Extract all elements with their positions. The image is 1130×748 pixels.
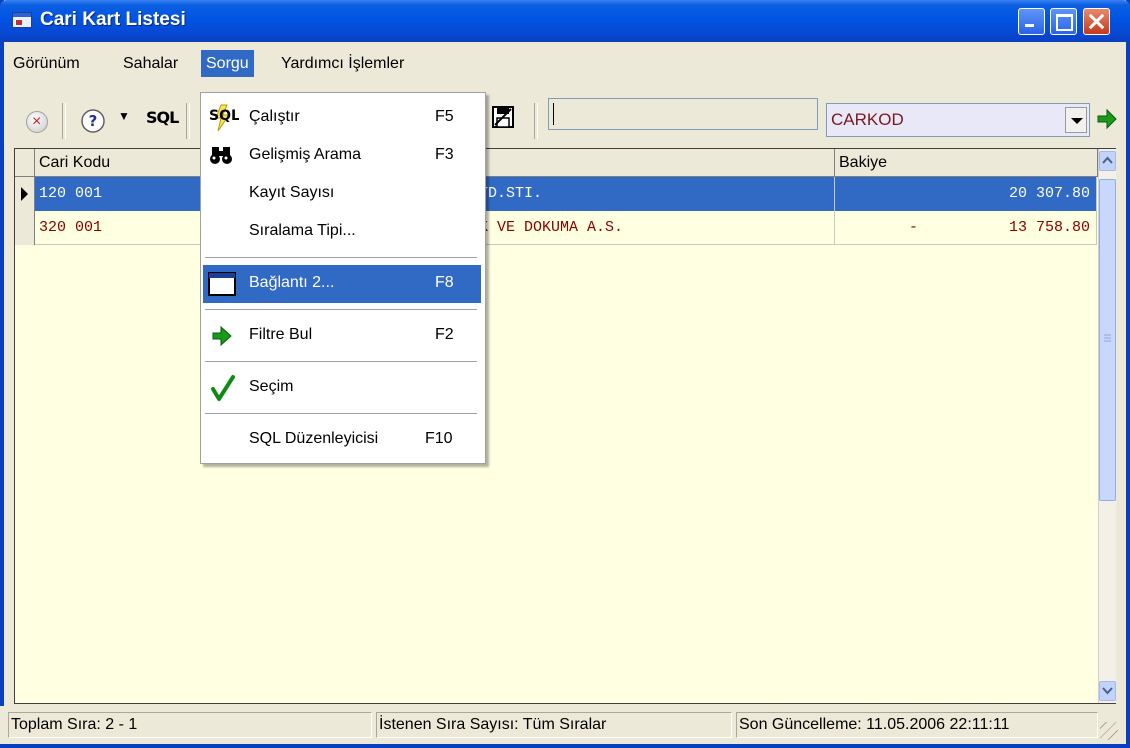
menu-separator [205,309,477,311]
shortcut-label: F8 [435,274,454,291]
menu-item-kayit-sayisi[interactable]: Kayıt Sayısı [203,175,481,213]
app-icon [12,12,32,28]
status-total-rows: Toplam Sıra: 2 - 1 [8,712,372,738]
close-button[interactable] [1083,8,1110,35]
shortcut-label: F3 [435,146,454,163]
sql-icon: SQL [207,103,240,133]
menu-item-baglanti-2[interactable]: Bağlantı 2... F8 [203,265,481,303]
cell-cari-adi: K VE DOKUMA A.S. [479,219,624,236]
cancel-icon[interactable] [26,111,48,133]
menu-item-sql-duzenleyicisi[interactable]: SQL Düzenleyicisi F10 [203,421,481,459]
window-icon [207,269,239,299]
field-select[interactable]: CARKOD [826,103,1090,137]
vertical-scrollbar[interactable] [1098,149,1116,703]
column-header-bakiye[interactable]: Bakiye [835,149,1098,177]
menu-gorunum[interactable]: Görünüm [8,50,85,77]
shortcut-label: F10 [425,430,453,447]
cell-bakiye[interactable]: 20 307.80 [835,177,1097,211]
menu-item-label: Bağlantı 2... [249,274,335,291]
cell-amount: 13 758.80 [1008,219,1090,236]
chevron-down-icon [1102,687,1113,695]
menu-separator [205,413,477,415]
table-row[interactable]: 320 001 K VE DOKUMA A.S. - 13 758.80 [15,211,1097,245]
menu-item-label: Gelişmiş Arama [249,146,362,163]
scroll-thumb[interactable] [1099,179,1116,501]
sorgu-dropdown-menu: SQL Çalıştır F5 Gelişmiş Arama F3 Kayıt … [200,92,486,464]
window-title: Cari Kart Listesi [40,9,186,30]
toolbar-separator [62,103,66,139]
resize-grip-icon[interactable] [1100,722,1118,740]
search-input[interactable] [548,98,818,130]
menu-item-label: Çalıştır [249,108,300,125]
shortcut-label: F5 [435,108,454,125]
grid-corner [15,149,35,177]
grip-icon [1104,334,1111,342]
menu-sorgu[interactable]: Sorgu [201,50,254,77]
menu-separator [205,361,477,363]
status-bar: Toplam Sıra: 2 - 1 İstenen Sıra Sayısı: … [0,706,1122,744]
chevron-down-icon[interactable]: ▼ [118,109,130,123]
svg-text:?: ? [89,112,98,130]
scroll-down-button[interactable] [1099,681,1116,701]
checkmark-icon [207,373,239,403]
current-row-icon [21,187,28,201]
menu-item-label: Sıralama Tipi... [249,222,356,239]
cell-cari-kodu: 320 001 [39,219,103,236]
arrow-right-icon[interactable] [1096,108,1118,130]
cell-sign: - [909,219,919,236]
title-bar[interactable]: Cari Kart Listesi [0,0,1130,42]
minimize-button[interactable] [1018,8,1045,35]
row-indicator [15,177,35,211]
menu-sahalar[interactable]: Sahalar [118,50,183,77]
chevron-up-icon [1102,156,1113,164]
status-last-updated: Son Güncelleme: 11.05.2006 22:11:11 [736,712,1098,738]
menu-item-label: Seçim [249,378,294,395]
menu-item-label: Filtre Bul [249,326,313,343]
menu-item-calistir[interactable]: SQL Çalıştır F5 [203,99,481,137]
help-icon[interactable]: ? [80,108,106,134]
menu-item-siralama-tipi[interactable]: Sıralama Tipi... [203,213,481,251]
arrow-right-icon [207,321,239,351]
shortcut-label: F2 [435,326,454,343]
menu-separator [205,257,477,259]
menu-item-gelismis-arama[interactable]: Gelişmiş Arama F3 [203,137,481,175]
svg-text:SQL: SQL [209,108,239,124]
cell-cari-kodu: 120 001 [39,185,103,202]
maximize-button[interactable] [1050,8,1077,35]
toolbar-separator [186,103,190,139]
save-icon[interactable] [490,104,516,130]
menu-item-label: SQL Düzenleyicisi [249,430,379,447]
menu-yardimci-islemler[interactable]: Yardımcı İşlemler [276,50,409,77]
chevron-down-icon[interactable] [1065,107,1087,133]
row-indicator [15,211,35,245]
menu-item-secim[interactable]: Seçim [203,369,481,407]
menu-item-label: Kayıt Sayısı [249,184,335,201]
menu-item-filtre-bul[interactable]: Filtre Bul F2 [203,317,481,355]
menu-bar: Görünüm Sahalar Sorgu Yardımcı İşlemler [0,42,1122,92]
status-requested-rows: İstenen Sıra Sayısı: Tüm Sıralar [376,712,732,738]
binoculars-icon [207,141,239,171]
table-row[interactable]: 120 001 TD.STI. 20 307.80 [15,177,1097,211]
data-grid: Cari Kodu Bakiye 120 001 TD.STI. 20 307.… [14,148,1116,704]
cell-bakiye[interactable]: - 13 758.80 [835,211,1097,245]
field-select-value: CARKOD [831,110,904,129]
toolbar-separator [534,103,538,139]
sql-button[interactable]: SQL [146,108,179,127]
cell-cari-adi: TD.STI. [479,185,543,202]
scroll-up-button[interactable] [1099,151,1116,171]
